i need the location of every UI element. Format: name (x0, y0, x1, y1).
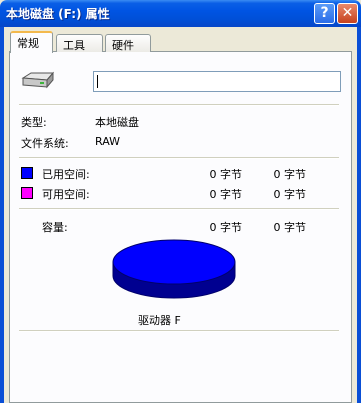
used-space-bytes: 0 字节 (209, 168, 243, 181)
capacity-bytes: 0 字节 (209, 221, 243, 234)
separator-2 (19, 157, 339, 159)
hard-drive-icon (21, 71, 55, 89)
free-space-label: 可用空间: (42, 188, 90, 201)
filesystem-label: 文件系统: (21, 137, 69, 150)
type-label: 类型: (21, 116, 47, 129)
tab-tools[interactable]: 工具 (56, 34, 103, 52)
tab-general[interactable]: 常规 (10, 31, 53, 53)
free-space-bytes: 0 字节 (209, 188, 243, 201)
filesystem-value: RAW (95, 135, 120, 148)
window-frame-right (357, 27, 361, 403)
disk-usage-pie (112, 239, 236, 299)
close-button[interactable]: ✕ (337, 3, 358, 24)
free-space-size: 0 字节 (273, 188, 307, 201)
properties-window: 本地磁盘 (F:) 属性 ? ✕ 常规 工具 硬件 类型: 本地磁盘 文件系统:… (0, 0, 361, 403)
separator-3 (19, 208, 339, 210)
title-bar[interactable]: 本地磁盘 (F:) 属性 ? ✕ (0, 0, 361, 27)
used-space-label: 已用空间: (42, 168, 90, 181)
free-space-swatch (21, 187, 33, 199)
capacity-size: 0 字节 (273, 221, 307, 234)
used-space-swatch (21, 167, 33, 179)
capacity-label: 容量: (42, 221, 68, 234)
text-caret (97, 75, 98, 88)
separator-4 (19, 330, 339, 332)
window-title: 本地磁盘 (F:) 属性 (6, 7, 110, 21)
window-frame-left (0, 27, 4, 403)
tab-hardware[interactable]: 硬件 (105, 34, 151, 52)
drive-label: 驱动器 F (138, 314, 181, 327)
separator-1 (19, 104, 339, 106)
type-value: 本地磁盘 (95, 116, 139, 129)
help-button[interactable]: ? (314, 3, 335, 24)
used-space-size: 0 字节 (273, 168, 307, 181)
volume-name-input[interactable] (93, 71, 341, 92)
